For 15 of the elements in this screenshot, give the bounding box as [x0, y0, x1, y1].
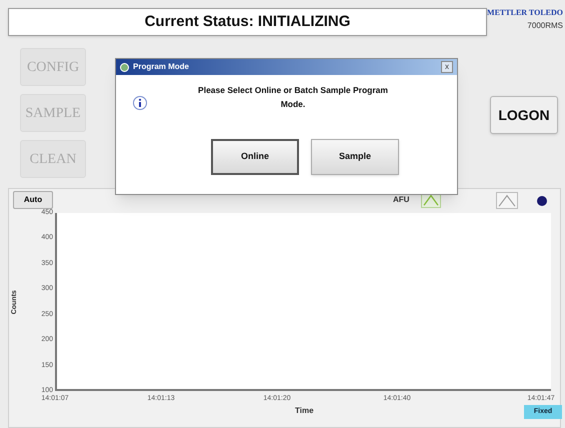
info-icon — [132, 95, 148, 111]
logon-button[interactable]: LOGON — [490, 96, 558, 134]
peak-icon[interactable] — [496, 192, 518, 209]
status-bar: Current Status: INITIALIZING — [8, 8, 488, 36]
x-axis-label: Time — [295, 405, 314, 417]
model-label: 7000RMS — [527, 20, 563, 32]
dialog-message: Please Select Online or Batch Sample Program Mode. — [197, 84, 389, 111]
brand-logo: METTLER TOLEDO — [487, 8, 563, 18]
dialog-button[interactable]: Sample — [311, 139, 399, 175]
dialog-title: Program Mode — [133, 61, 190, 73]
dialog-button[interactable]: Online — [211, 139, 299, 175]
app-icon — [120, 62, 129, 72]
auto-scale-button[interactable]: Auto — [13, 191, 53, 209]
close-button[interactable]: x — [441, 61, 453, 73]
unit-label: AFU — [393, 194, 410, 206]
